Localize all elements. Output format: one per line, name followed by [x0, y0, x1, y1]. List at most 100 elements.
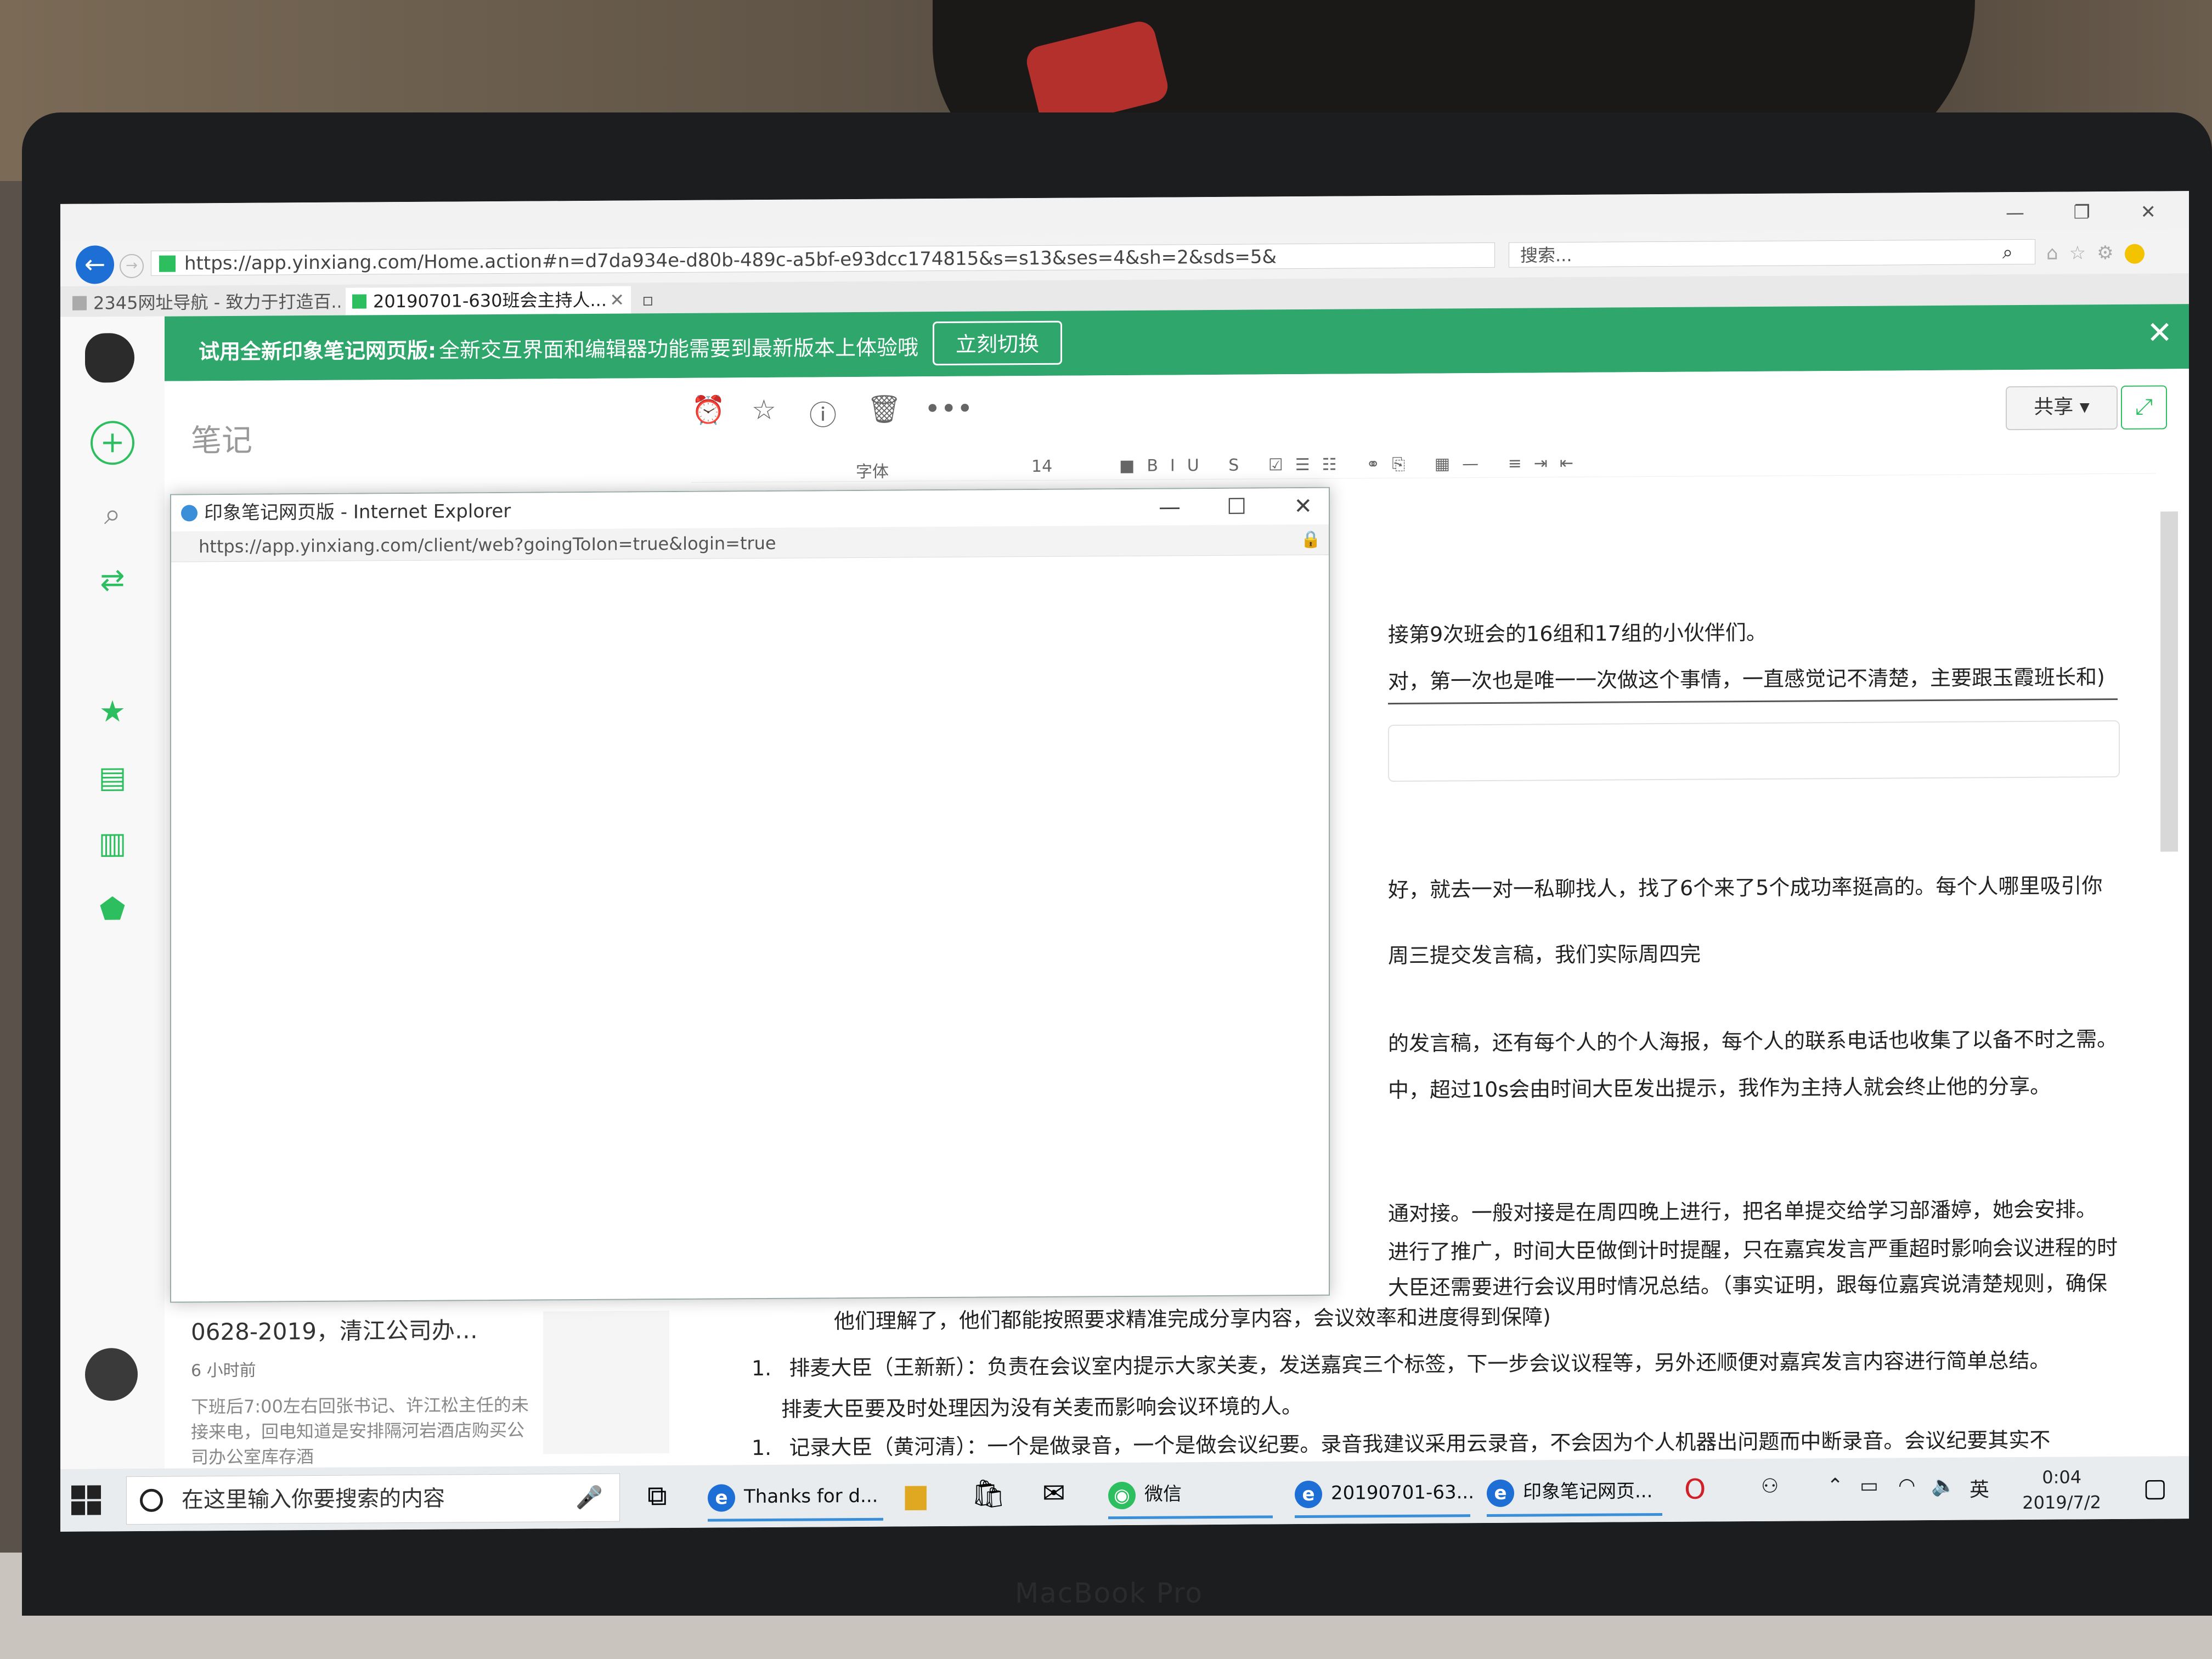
note-line: 周三提交发言稿，我们实际周四完 — [1388, 941, 1701, 968]
popup-minimize-button[interactable]: — — [1159, 489, 1181, 525]
taskbar-label: 印象笔记网页... — [1523, 1480, 1653, 1503]
shortcuts-star-icon[interactable]: ★ — [91, 690, 134, 733]
notebooks-icon[interactable]: ▥ — [91, 821, 134, 865]
left-nav: + ⌕ ⇄ ★ ▤ ▥ ⬟ — [60, 316, 165, 1469]
note-line: 好，就去一对一私聊找人，找了6个来了5个成功率挺高的。每个人哪里吸引你 — [1388, 873, 2103, 902]
list-text: 排麦大臣要及时处理因为没有关麦而影响会议环境的人。 — [781, 1394, 1303, 1421]
start-windows-icon[interactable] — [71, 1485, 102, 1516]
tags-icon[interactable]: ⬟ — [91, 887, 134, 931]
list-item: 1. 记录大臣（黄河清）：一个是做录音，一个是做会议纪要。录音我建议采用云录音，… — [752, 1423, 2050, 1461]
battery-icon[interactable]: ▭ — [1860, 1475, 1878, 1497]
tab-2345[interactable]: 2345网址导航 - 致力于打造百... — [66, 288, 340, 317]
new-tab-button[interactable]: ▫ — [636, 286, 669, 313]
delete-trash-icon[interactable]: 🗑 — [867, 393, 901, 425]
evernote-logo-icon[interactable] — [85, 333, 134, 383]
note-title: 0628-2019，清江公司办… — [191, 1317, 478, 1346]
ime-indicator[interactable]: 英 — [1970, 1474, 1989, 1502]
popup-url: https://app.yinxiang.com/client/web?goin… — [199, 532, 776, 557]
forward-button[interactable]: → — [120, 253, 144, 279]
work-chat-icon[interactable]: ⇄ — [91, 558, 134, 602]
taskbar-search-input[interactable]: 在这里输入你要搜索的内容 🎤 — [126, 1473, 620, 1525]
share-button[interactable]: 共享 ▾ — [2006, 385, 2118, 431]
favorites-star-icon[interactable]: ☆ — [2069, 242, 2097, 264]
list-item[interactable]: 0628-2019，清江公司办… 6 小时前 下班后7:00左右回张书记、许江松… — [191, 1312, 531, 1470]
popup-maximize-button[interactable]: ☐ — [1227, 489, 1246, 525]
note-line: 进行了推广，时间大臣做倒计时提醒，只在嘉宾发言严重超时影响会议进程的时 — [1388, 1235, 2118, 1265]
list-number: 1. — [752, 1435, 772, 1460]
taskbar-label: Thanks for d... — [744, 1485, 878, 1508]
feedback-smiley-icon[interactable] — [2124, 244, 2145, 264]
device-label: MacBook Pro — [1015, 1577, 1203, 1609]
back-button[interactable]: ← — [76, 245, 114, 284]
url-text: https://app.yinxiang.com/Home.action#n=d… — [184, 246, 1277, 275]
microphone-icon[interactable]: 🎤 — [575, 1474, 603, 1521]
tab-evernote[interactable]: 20190701-630班会主持人... ✕ — [346, 286, 631, 315]
note-line: 接第9次班会的16组和17组的小伙伴们。 — [1388, 620, 1767, 647]
shortcut-star-icon[interactable]: ☆ — [752, 394, 776, 426]
mail-icon[interactable]: ✉ — [1042, 1474, 1065, 1513]
search-placeholder: 搜索... — [1520, 245, 1572, 266]
note-line: 大臣还需要进行会议用时情况总结。（事实证明，跟每位嘉宾说清楚规则，确保 — [1388, 1271, 2108, 1300]
list-item: 1. 排麦大臣（王新新）：负责在会议室内提示大家关麦，发送嘉宾三个标签，下一步会… — [752, 1344, 2050, 1423]
minimize-button[interactable]: — — [2006, 202, 2024, 224]
new-note-plus-icon[interactable]: + — [91, 421, 134, 465]
url-field[interactable]: https://app.yinxiang.com/Home.action#n=d… — [151, 242, 1495, 276]
screen: — ❐ ✕ ← → https://app.yinxiang.com/Home.… — [60, 191, 2189, 1532]
editor-scrollbar[interactable] — [2160, 511, 2178, 852]
taskbar-label: 20190701-63... — [1331, 1481, 1475, 1504]
switch-now-button[interactable]: 立刻切换 — [933, 320, 1062, 366]
taskbar-ie-2[interactable]: e 印象笔记网页... — [1487, 1469, 1662, 1517]
promo-banner: 试用全新印象笔记网页版: 全新交互界面和编辑器功能需要到最新版本上体验哦 立刻切… — [165, 304, 2189, 381]
popup-window: 印象笔记网页版 - Internet Explorer — ☐ ✕ https:… — [170, 487, 1330, 1303]
list-text: 排麦大臣（王新新）：负责在会议室内提示大家关麦，发送嘉宾三个标签，下一步会议议程… — [789, 1348, 2051, 1380]
opera-icon[interactable]: O — [1684, 1470, 1706, 1509]
taskbar-ie-1[interactable]: e 20190701-63... — [1295, 1470, 1474, 1519]
file-explorer-icon[interactable]: ▆ — [905, 1475, 926, 1513]
text-format-icons[interactable]: ■BIU S ☑☰☷ ⚭⎘ ▦— ≡⇥⇤ — [1119, 454, 1585, 476]
browser-tools: ⌂☆⚙ — [2046, 242, 2145, 264]
taskbar-wechat[interactable]: ◉ 微信 — [1108, 1471, 1273, 1520]
settings-gear-icon[interactable]: ⚙ — [2097, 242, 2124, 264]
list-text: 记录大臣（黄河清）：一个是做录音，一个是做会议纪要。录音我建议采用云录音，不会因… — [789, 1427, 2051, 1460]
ie-icon: e — [1487, 1479, 1514, 1507]
note-list-title: 笔记 — [191, 422, 252, 459]
wifi-icon[interactable]: ◠ — [1898, 1474, 1915, 1497]
browser-search-input[interactable]: 搜索... ⌕ — [1509, 239, 2035, 268]
font-select[interactable]: 字体 — [856, 458, 889, 482]
notes-icon[interactable]: ▤ — [91, 755, 134, 799]
popup-url-bar[interactable]: https://app.yinxiang.com/client/web?goin… — [171, 524, 1329, 562]
avatar[interactable] — [85, 1347, 138, 1401]
volume-icon[interactable]: 🔈 — [1931, 1474, 1956, 1497]
banner-text: 全新交互界面和编辑器功能需要到最新版本上体验哦 — [439, 335, 919, 363]
action-center-icon[interactable]: ▢ — [2143, 1472, 2167, 1502]
share-label: 共享 — [2034, 396, 2074, 419]
clock[interactable]: 0:04 2019/7/2 — [2022, 1464, 2101, 1515]
info-icon[interactable]: ⓘ — [809, 393, 837, 433]
edge-icon: e — [708, 1483, 735, 1512]
taskbar-edge[interactable]: e Thanks for d... — [708, 1474, 883, 1522]
reminder-alarm-icon[interactable]: ⏰ — [691, 394, 725, 426]
tab-close-icon[interactable]: ✕ — [610, 286, 624, 314]
people-icon[interactable]: ⚇ — [1761, 1475, 1779, 1498]
restore-button[interactable]: ❐ — [2074, 201, 2090, 223]
ie-icon — [181, 505, 198, 522]
note-box — [1388, 720, 2120, 782]
more-options-icon[interactable]: ••• — [924, 393, 973, 425]
expand-icon[interactable]: ⤢ — [2121, 385, 2167, 430]
home-icon[interactable]: ⌂ — [2046, 242, 2069, 264]
clock-date: 2019/7/2 — [2022, 1492, 2101, 1514]
tab-favicon-icon — [72, 296, 87, 311]
popup-close-button[interactable]: ✕ — [1294, 488, 1312, 524]
clock-time: 0:04 — [2042, 1466, 2082, 1488]
task-view-icon[interactable]: ⧉ — [647, 1476, 667, 1515]
font-size-select[interactable]: 14 — [1031, 457, 1052, 476]
close-button[interactable]: ✕ — [2141, 201, 2157, 223]
note-line: 他们理解了，他们都能按照要求精准完成分享内容，会议效率和进度得到保障) — [834, 1305, 1551, 1334]
search-icon[interactable]: ⌕ — [2002, 240, 2013, 265]
tray-chevron-icon[interactable]: ⌃ — [1827, 1475, 1843, 1497]
note-line: 对，第一次也是唯一一次做这个事情，一直感觉记不清楚，主要跟玉霞班长和) — [1388, 665, 2105, 694]
search-icon[interactable]: ⌕ — [91, 492, 134, 536]
banner-close-icon[interactable]: ✕ — [2147, 315, 2172, 351]
store-icon[interactable]: 🛍 — [971, 1474, 1006, 1513]
divider — [1388, 698, 2118, 705]
